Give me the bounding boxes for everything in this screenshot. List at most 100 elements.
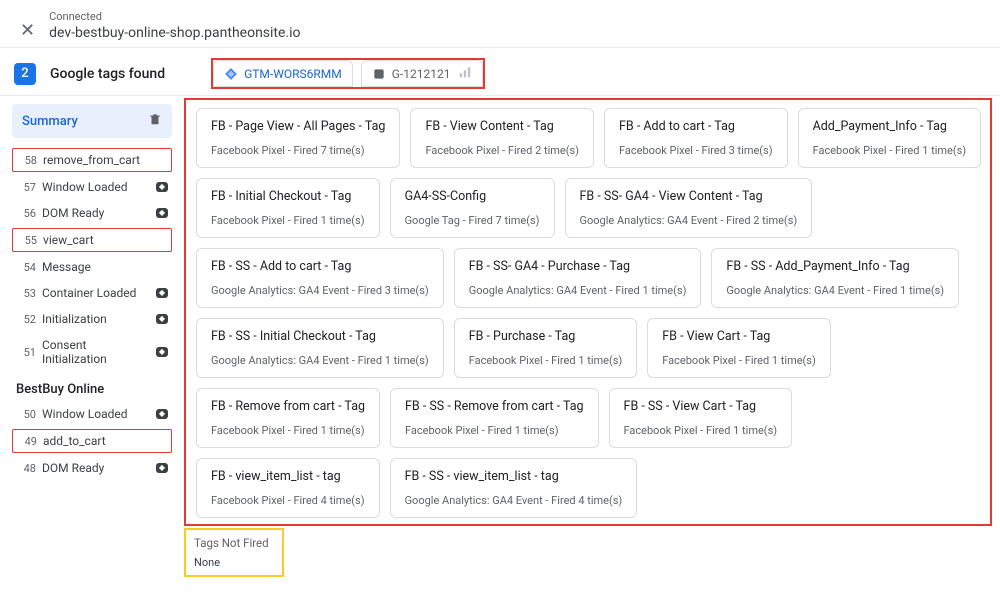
event-label: view_cart: [43, 233, 167, 247]
sidebar-event-item[interactable]: 58 remove_from_cart: [12, 148, 172, 172]
tag-card[interactable]: FB - Page View - All Pages - Tag Facebook…: [196, 108, 400, 168]
event-badge-icon: ◆: [156, 288, 168, 298]
tags-not-fired-value: None: [194, 556, 276, 569]
tag-card-title: FB - Remove from cart - Tag: [211, 399, 365, 414]
tag-card[interactable]: FB - SS- GA4 - Purchase - TagGoogle Anal…: [454, 248, 702, 308]
tag-card-title: FB - View Cart - Tag: [662, 329, 816, 344]
tag-card[interactable]: FB - View Content - TagFacebook Pixel - …: [410, 108, 594, 168]
tag-card-subtitle: Facebook Pixel - Fired 1 time(s): [469, 354, 623, 367]
sidebar-summary[interactable]: Summary: [12, 104, 172, 138]
tag-card[interactable]: Add_Payment_Info - Tag Facebook Pixel - F…: [798, 108, 982, 168]
event-badge-icon: ◆: [156, 409, 168, 419]
tag-card[interactable]: FB - SS - view_item_list - tag Google Ana…: [390, 458, 638, 518]
event-number: 54: [16, 261, 36, 274]
event-number: 49: [17, 435, 37, 448]
ga-tab[interactable]: G-1212121: [361, 60, 484, 87]
gtm-icon: [224, 67, 238, 81]
sidebar-event-item[interactable]: 56DOM Ready◆: [12, 202, 172, 224]
event-number: 57: [16, 181, 36, 194]
tag-card-title: GA4-SS-Config: [405, 189, 540, 204]
tag-card-title: Add_Payment_Info - Tag: [813, 119, 967, 134]
sidebar: Summary 58 remove_from_cart 57 Window Loade…: [0, 96, 180, 577]
event-label: Consent Initialization: [42, 338, 150, 366]
bars-icon: [458, 65, 472, 82]
body-layout: Summary 58 remove_from_cart 57 Window Loade…: [0, 96, 1000, 577]
tag-card[interactable]: FB - Purchase - TagFacebook Pixel - Fire…: [454, 318, 638, 378]
tags-fired-cards: FB - Page View - All Pages - Tag Facebook…: [196, 108, 982, 518]
tag-card-subtitle: Google Analytics: GA4 Event - Fired 2 ti…: [580, 214, 798, 227]
sidebar-event-item[interactable]: 54Message: [12, 256, 172, 278]
tag-card-subtitle: Facebook Pixel - Fired 1 time(s): [662, 354, 816, 367]
event-badge-icon: ◆: [156, 182, 168, 192]
tag-card-subtitle: Facebook Pixel - Fired 4 time(s): [211, 494, 365, 507]
gtm-tab-label: GTM-WORS6RMM: [244, 67, 342, 81]
sidebar-event-item[interactable]: 53 Container Loaded ◆: [12, 282, 172, 304]
event-label: Container Loaded: [42, 286, 150, 300]
connected-label: Connected: [49, 10, 300, 23]
sidebar-event-item[interactable]: 57 Window Loaded ◆: [12, 176, 172, 198]
tag-card[interactable]: FB - View Cart - Tag Facebook Pixel - Fir…: [647, 318, 831, 378]
tag-card-subtitle: Facebook Pixel - Fired 7 time(s): [211, 144, 385, 157]
sidebar-event-item[interactable]: 48DOM Ready◆: [12, 457, 172, 479]
event-number: 55: [17, 234, 37, 247]
tag-card-title: FB - SS - view_item_list - tag: [405, 469, 623, 484]
summary-label: Summary: [22, 114, 78, 129]
page-title: Google tags found: [50, 66, 165, 82]
tag-card-title: FB - Page View - All Pages - Tag: [211, 119, 385, 134]
header: ✕ Connected dev-bestbuy-online-shop.pant…: [0, 0, 1000, 48]
tag-card-title: FB - SS - Initial Checkout - Tag: [211, 329, 429, 344]
sidebar-event-item[interactable]: 51Consent Initialization◆: [12, 334, 172, 370]
sidebar-event-item[interactable]: 50 Window Loaded ◆: [12, 403, 172, 425]
tag-card-title: FB - SS - View Cart - Tag: [624, 399, 778, 414]
event-number: 58: [17, 154, 37, 167]
event-number: 51: [16, 346, 36, 359]
tag-card-subtitle: Google Analytics: GA4 Event - Fired 3 ti…: [211, 284, 429, 297]
event-label: remove_from_cart: [43, 153, 167, 167]
tag-card-subtitle: Facebook Pixel - Fired 2 time(s): [425, 144, 579, 157]
tag-card[interactable]: FB - SS - Initial Checkout - Tag Google A…: [196, 318, 444, 378]
close-icon[interactable]: ✕: [20, 20, 35, 41]
event-number: 56: [16, 207, 36, 220]
event-list: 50 Window Loaded ◆ 49 add_to_cart 48DOM Ready…: [12, 403, 172, 479]
ga-icon: [372, 67, 386, 81]
tag-card-title: FB - SS - Remove from cart - Tag: [405, 399, 584, 414]
tag-card[interactable]: FB - SS- GA4 - View Content - TagGoogle …: [565, 178, 813, 238]
tag-card-subtitle: Facebook Pixel - Fired 3 time(s): [619, 144, 773, 157]
tag-card-title: FB - SS - Add_Payment_Info - Tag: [726, 259, 944, 274]
event-label: add_to_cart: [43, 434, 167, 448]
event-label: Window Loaded: [42, 407, 150, 421]
tabs-highlight: GTM-WORS6RMM G-1212121: [211, 58, 485, 89]
event-number: 53: [16, 287, 36, 300]
tag-card[interactable]: FB - Add to cart - TagFacebook Pixel - F…: [604, 108, 788, 168]
tag-card[interactable]: GA4-SS-ConfigGoogle Tag - Fired 7 time(s…: [390, 178, 555, 238]
tag-card-subtitle: Facebook Pixel - Fired 1 time(s): [813, 144, 967, 157]
site-url: dev-bestbuy-online-shop.pantheonsite.io: [49, 25, 300, 41]
tag-card[interactable]: FB - SS - Add to cart - Tag Google Analyt…: [196, 248, 444, 308]
sidebar-event-item[interactable]: 52Initialization◆: [12, 308, 172, 330]
sidebar-event-item[interactable]: 55 view_cart: [12, 228, 172, 252]
tag-card[interactable]: FB - Initial Checkout - TagFacebook Pixe…: [196, 178, 380, 238]
tags-not-fired-highlight: Tags Not Fired None: [184, 528, 284, 577]
tag-card-subtitle: Google Analytics: GA4 Event - Fired 1 ti…: [469, 284, 687, 297]
event-label: Initialization: [42, 312, 150, 326]
event-number: 50: [16, 408, 36, 421]
tag-card[interactable]: FB - SS - View Cart - TagFacebook Pixel …: [609, 388, 793, 448]
gtm-tab[interactable]: GTM-WORS6RMM: [213, 60, 353, 87]
tag-card-subtitle: Facebook Pixel - Fired 1 time(s): [405, 424, 584, 437]
event-label: Window Loaded: [42, 180, 150, 194]
event-badge-icon: ◆: [156, 208, 168, 218]
sidebar-event-item[interactable]: 49 add_to_cart: [12, 429, 172, 453]
tag-card-title: FB - SS - Add to cart - Tag: [211, 259, 429, 274]
tag-card-subtitle: Google Analytics: GA4 Event - Fired 1 ti…: [211, 354, 429, 367]
event-number: 52: [16, 313, 36, 326]
workspace-title: BestBuy Online: [16, 382, 172, 397]
tag-card[interactable]: FB - SS - Remove from cart - Tag Facebook…: [390, 388, 599, 448]
trash-icon[interactable]: [148, 112, 162, 130]
tag-card-title: FB - view_item_list - tag: [211, 469, 365, 484]
tag-card[interactable]: FB - view_item_list - tag Facebook Pixel …: [196, 458, 380, 518]
tag-card-subtitle: Google Analytics: GA4 Event - Fired 4 ti…: [405, 494, 623, 507]
tag-card[interactable]: FB - SS - Add_Payment_Info - TagGoogle A…: [711, 248, 959, 308]
tag-card[interactable]: FB - Remove from cart - TagFacebook Pixe…: [196, 388, 380, 448]
tag-card-title: FB - Initial Checkout - Tag: [211, 189, 365, 204]
header-texts: Connected dev-bestbuy-online-shop.panthe…: [49, 10, 300, 41]
